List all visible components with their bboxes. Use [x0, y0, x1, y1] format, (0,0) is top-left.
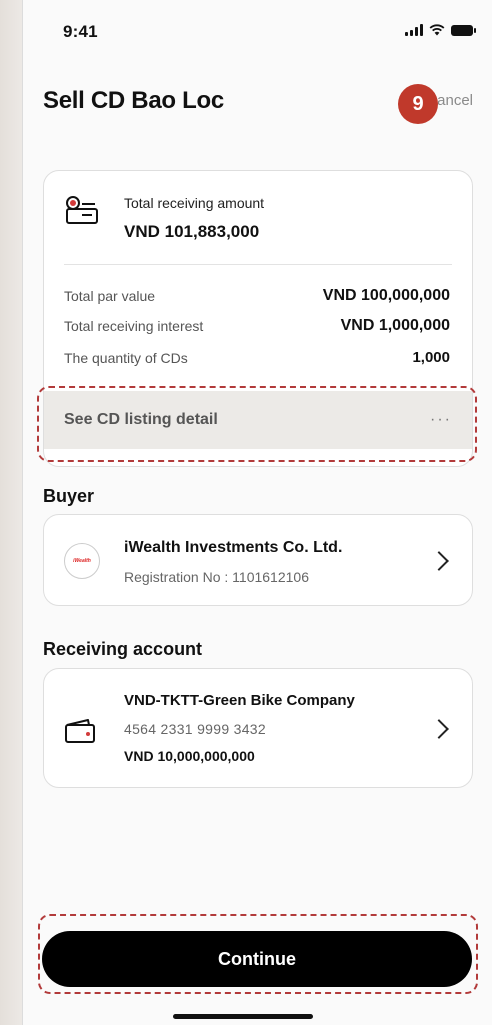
account-number: 4564 2331 9999 3432 [124, 721, 266, 737]
receiving-account-card[interactable]: VND-TKTT-Green Bike Company 4564 2331 99… [43, 668, 473, 788]
page-title: Sell CD Bao Loc [43, 87, 224, 114]
wallet-icon [65, 719, 95, 743]
interest-value: VND 1,000,000 [340, 317, 450, 334]
par-value-label: Total par value [64, 288, 156, 304]
interest-row: Total receiving interest VND 1,000,000 [64, 317, 450, 335]
interest-label: Total receiving interest [64, 318, 204, 334]
par-value-value: VND 100,000,000 [322, 287, 450, 304]
buyer-section-title: Buyer [43, 486, 95, 506]
divider [64, 264, 452, 265]
phone-screen: 9:41 Sell CD Bao Loc Cancel 9 Total rece… [22, 0, 492, 1025]
receiving-account-section-title: Receiving account [43, 639, 203, 659]
quantity-value: 1,000 [412, 349, 450, 366]
chevron-right-icon [429, 719, 449, 739]
wifi-icon [429, 24, 445, 36]
highlight-box-listing [37, 386, 477, 462]
quantity-label: The quantity of CDs [64, 349, 188, 366]
signal-icon [405, 24, 423, 36]
buyer-registration: Registration No : 1101612106 [124, 569, 309, 585]
quantity-row: The quantity of CDs 1,000 [64, 349, 450, 366]
status-icons [405, 24, 476, 36]
highlight-box-continue [38, 914, 478, 994]
par-value-row: Total par value VND 100,000,000 [64, 287, 450, 305]
status-time: 9:41 [63, 22, 98, 41]
buyer-name: iWealth Investments Co. Ltd. [124, 539, 343, 556]
status-bar: 9:41 [23, 0, 492, 60]
certificate-icon [66, 196, 98, 224]
buyer-card[interactable]: iWealth iWealth Investments Co. Ltd. Reg… [43, 514, 473, 606]
chevron-right-icon [429, 551, 449, 571]
home-indicator [173, 1014, 313, 1019]
receiving-amount-value: VND 101,883,000 [124, 222, 260, 241]
buyer-logo: iWealth [64, 543, 100, 579]
battery-icon [451, 25, 476, 36]
account-balance: VND 10,000,000,000 [124, 748, 255, 764]
receiving-amount-label: Total receiving amount [124, 195, 265, 211]
account-name: VND-TKTT-Green Bike Company [124, 692, 355, 709]
step-number-badge: 9 [398, 84, 438, 124]
